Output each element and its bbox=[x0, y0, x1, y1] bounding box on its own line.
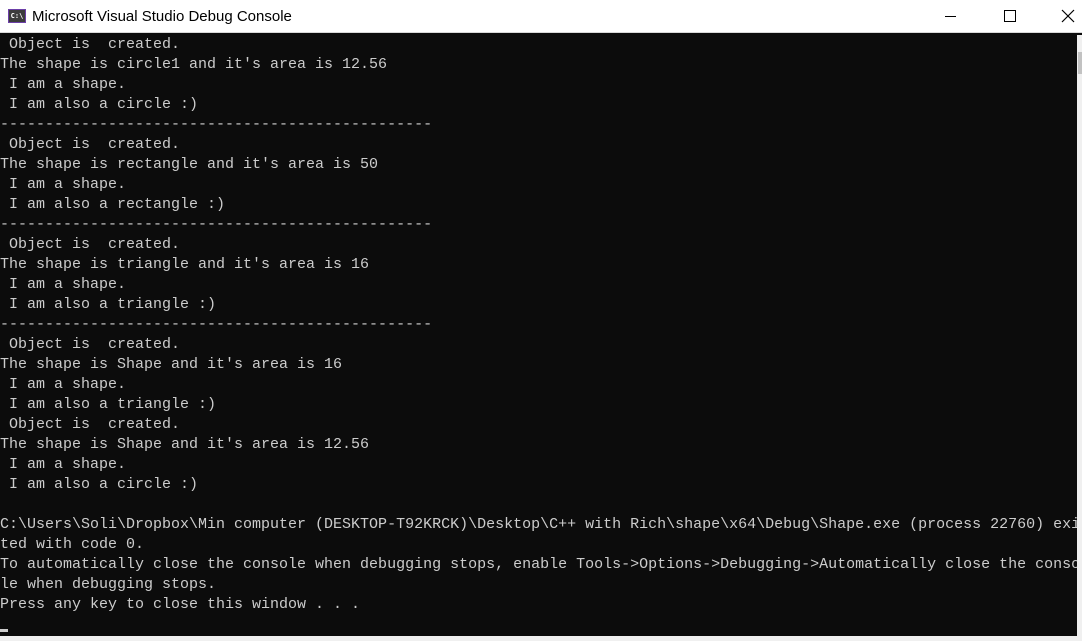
console-line: The shape is triangle and it's area is 1… bbox=[0, 256, 370, 273]
console-output[interactable]: Object is created. The shape is circle1 a… bbox=[0, 35, 1082, 636]
maximize-button[interactable] bbox=[980, 0, 1038, 32]
close-icon bbox=[1061, 9, 1075, 23]
console-line: Object is created. bbox=[0, 416, 181, 433]
vertical-scrollbar[interactable] bbox=[1077, 35, 1082, 636]
console-line: ted with code 0. bbox=[0, 536, 145, 553]
console-line: I am a shape. bbox=[0, 176, 127, 193]
console-line: ----------------------------------------… bbox=[0, 216, 433, 233]
window-title: Microsoft Visual Studio Debug Console bbox=[32, 8, 292, 25]
text-cursor bbox=[0, 629, 8, 632]
console-line: To automatically close the console when … bbox=[0, 556, 1081, 573]
console-line: I am a shape. bbox=[0, 376, 127, 393]
console-line: Object is created. bbox=[0, 236, 181, 253]
debug-console-window: C:\ Microsoft Visual Studio Debug Consol… bbox=[0, 0, 1082, 641]
minimize-button[interactable] bbox=[922, 0, 980, 32]
console-line: I am also a rectangle :) bbox=[0, 196, 226, 213]
console-line: Object is created. bbox=[0, 36, 181, 53]
close-button[interactable] bbox=[1038, 0, 1082, 32]
console-line: The shape is rectangle and it's area is … bbox=[0, 156, 379, 173]
console-line: le when debugging stops. bbox=[0, 576, 217, 593]
console-line: I am a shape. bbox=[0, 456, 127, 473]
console-line: I am also a triangle :) bbox=[0, 396, 217, 413]
console-line: I am also a circle :) bbox=[0, 476, 199, 493]
minimize-icon bbox=[945, 16, 956, 17]
console-line: I am a shape. bbox=[0, 276, 127, 293]
console-line: Press any key to close this window . . . bbox=[0, 596, 361, 613]
console-line: I am also a circle :) bbox=[0, 96, 199, 113]
console-line: I am a shape. bbox=[0, 76, 127, 93]
scrollbar-thumb[interactable] bbox=[1078, 52, 1082, 74]
console-line: ----------------------------------------… bbox=[0, 316, 433, 333]
console-line: The shape is Shape and it's area is 12.5… bbox=[0, 436, 370, 453]
title-bar[interactable]: C:\ Microsoft Visual Studio Debug Consol… bbox=[0, 0, 1082, 33]
maximize-icon bbox=[1004, 10, 1016, 22]
console-line: Object is created. bbox=[0, 336, 181, 353]
console-line: C:\Users\Soli\Dropbox\Min computer (DESK… bbox=[0, 516, 1081, 533]
console-app-icon: C:\ bbox=[8, 9, 26, 23]
console-line: The shape is Shape and it's area is 16 bbox=[0, 356, 343, 373]
window-bottom-edge bbox=[0, 636, 1082, 641]
console-line: Object is created. bbox=[0, 136, 181, 153]
console-line: The shape is circle1 and it's area is 12… bbox=[0, 56, 388, 73]
console-line: I am also a triangle :) bbox=[0, 296, 217, 313]
console-line: ----------------------------------------… bbox=[0, 116, 433, 133]
